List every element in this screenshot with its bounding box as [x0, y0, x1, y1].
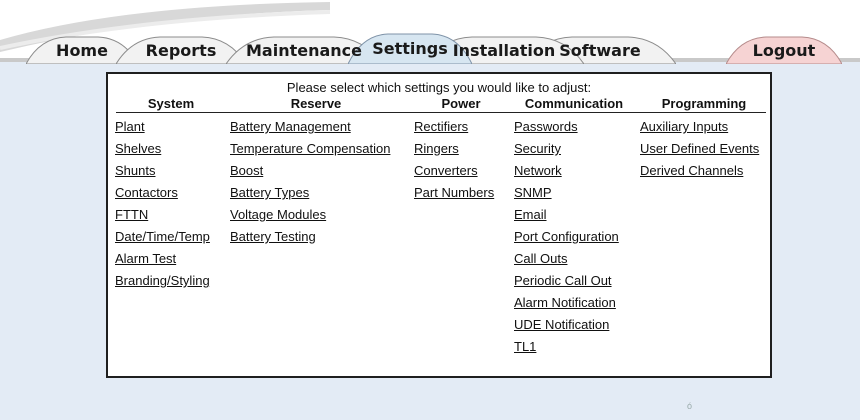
link-user-defined-events[interactable]: User Defined Events — [640, 138, 759, 160]
link-battery-types[interactable]: Battery Types — [230, 182, 390, 204]
footer-mark: ó — [687, 401, 693, 411]
link-alarm-notification[interactable]: Alarm Notification — [514, 292, 619, 314]
link-passwords[interactable]: Passwords — [514, 116, 619, 138]
column-heading: Reserve — [290, 96, 342, 111]
link-snmp[interactable]: SNMP — [514, 182, 619, 204]
column-header-communication: Communication — [514, 95, 634, 112]
link-battery-testing[interactable]: Battery Testing — [230, 226, 390, 248]
tab-reports-label: Reports — [145, 40, 217, 60]
link-tl1[interactable]: TL1 — [514, 336, 619, 358]
link-network[interactable]: Network — [514, 160, 619, 182]
link-ringers[interactable]: Ringers — [414, 138, 494, 160]
link-rectifiers[interactable]: Rectifiers — [414, 116, 494, 138]
tab-home-label: Home — [56, 40, 108, 60]
header-divider — [116, 112, 766, 113]
link-auxiliary-inputs[interactable]: Auxiliary Inputs — [640, 116, 759, 138]
link-derived-channels[interactable]: Derived Channels — [640, 160, 759, 182]
column-heading: Power — [441, 96, 481, 111]
link-branding-styling[interactable]: Branding/Styling — [115, 270, 210, 292]
logout-button[interactable]: Logout — [726, 36, 842, 64]
link-contactors[interactable]: Contactors — [115, 182, 210, 204]
link-battery-management[interactable]: Battery Management — [230, 116, 390, 138]
link-shunts[interactable]: Shunts — [115, 160, 210, 182]
link-call-outs[interactable]: Call Outs — [514, 248, 619, 270]
column-header-system: System — [116, 95, 226, 112]
reserve-links: Battery Management Temperature Compensat… — [230, 116, 390, 248]
link-plant[interactable]: Plant — [115, 116, 210, 138]
link-alarm-test[interactable]: Alarm Test — [115, 248, 210, 270]
settings-panel: Please select which settings you would l… — [106, 72, 772, 378]
link-periodic-call-out[interactable]: Periodic Call Out — [514, 270, 619, 292]
link-date-time-temp[interactable]: Date/Time/Temp — [115, 226, 210, 248]
link-boost[interactable]: Boost — [230, 160, 390, 182]
column-heading: Communication — [524, 96, 624, 111]
column-header-power: Power — [414, 95, 508, 112]
column-header-reserve: Reserve — [230, 95, 402, 112]
link-fttn[interactable]: FTTN — [115, 204, 210, 226]
link-voltage-modules[interactable]: Voltage Modules — [230, 204, 390, 226]
system-links: Plant Shelves Shunts Contactors FTTN Dat… — [115, 116, 210, 292]
link-temperature-compensation[interactable]: Temperature Compensation — [230, 138, 390, 160]
link-email[interactable]: Email — [514, 204, 619, 226]
link-shelves[interactable]: Shelves — [115, 138, 210, 160]
link-port-configuration[interactable]: Port Configuration — [514, 226, 619, 248]
power-links: Rectifiers Ringers Converters Part Numbe… — [414, 116, 494, 204]
communication-links: Passwords Security Network SNMP Email Po… — [514, 116, 619, 358]
column-heading: Programming — [661, 96, 747, 111]
link-security[interactable]: Security — [514, 138, 619, 160]
column-heading: System — [147, 96, 195, 111]
tab-settings-label: Settings — [372, 39, 448, 58]
tab-maintenance-label: Maintenance — [245, 40, 362, 60]
programming-links: Auxiliary Inputs User Defined Events Der… — [640, 116, 759, 182]
tab-software-label: Software — [559, 40, 641, 60]
logout-label: Logout — [752, 40, 816, 60]
link-converters[interactable]: Converters — [414, 160, 494, 182]
column-header-programming: Programming — [642, 95, 766, 112]
link-part-numbers[interactable]: Part Numbers — [414, 182, 494, 204]
settings-prompt: Please select which settings you would l… — [286, 80, 592, 95]
link-ude-notification[interactable]: UDE Notification — [514, 314, 619, 336]
tab-installation-label: Installation — [452, 40, 556, 60]
